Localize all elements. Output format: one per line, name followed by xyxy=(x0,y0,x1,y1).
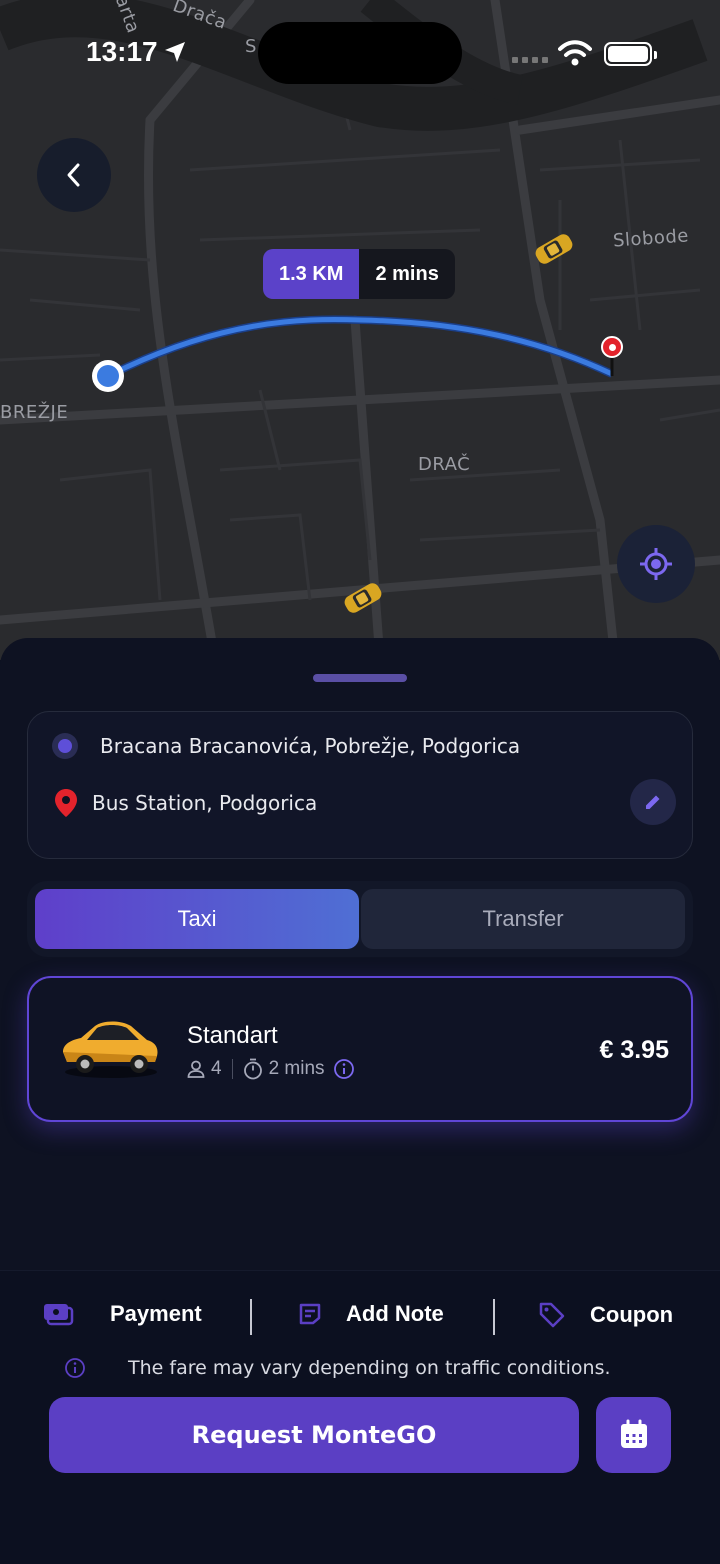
add-note-label: Add Note xyxy=(346,1301,444,1326)
ride-meta: 4 2 mins xyxy=(187,1058,355,1080)
route-info-badge: 1.3 KM 2 mins xyxy=(263,249,455,299)
sheet-drag-handle[interactable] xyxy=(313,674,407,682)
taxi-car-icon xyxy=(63,1021,158,1078)
request-ride-button[interactable]: Request MonteGO xyxy=(49,1397,579,1473)
tab-transfer[interactable]: Transfer xyxy=(361,889,685,949)
payment-option[interactable]: Payment xyxy=(42,1301,202,1327)
status-bar: 13:17 xyxy=(0,0,720,110)
address-card: Bracana Bracanovića, Pobrežje, Podgorica… xyxy=(27,711,693,859)
info-icon xyxy=(65,1358,85,1378)
divider xyxy=(250,1299,252,1335)
pickup-row[interactable]: Bracana Bracanovića, Pobrežje, Podgorica xyxy=(52,733,520,759)
ride-option-standart[interactable]: Standart 4 2 mins € 3.95 xyxy=(27,976,693,1122)
calendar-icon xyxy=(620,1419,647,1448)
timer-icon xyxy=(243,1058,262,1080)
location-arrow-icon xyxy=(165,42,185,62)
ride-price: € 3.95 xyxy=(599,1036,669,1064)
tab-taxi[interactable]: Taxi xyxy=(35,889,359,949)
pickup-address: Bracana Bracanovića, Pobrežje, Podgorica xyxy=(100,734,521,758)
pickup-marker xyxy=(92,360,124,392)
fare-note: The fare may vary depending on traffic c… xyxy=(64,1357,611,1379)
destination-pin-icon xyxy=(601,336,623,358)
ride-footer: Payment Add Note Coupon The fare may var… xyxy=(0,1270,720,1564)
ride-bottom-sheet: Bracana Bracanovića, Pobrežje, Podgorica… xyxy=(0,638,720,1564)
back-button[interactable] xyxy=(37,138,111,212)
locate-icon xyxy=(640,548,672,580)
destination-pin-icon xyxy=(55,789,77,817)
route-distance: 1.3 KM xyxy=(263,249,360,299)
my-location-button[interactable] xyxy=(617,525,695,603)
back-chevron-icon xyxy=(67,163,80,187)
route-duration: 2 mins xyxy=(359,249,455,299)
destination-row[interactable]: Bus Station, Podgorica xyxy=(54,788,317,818)
ride-name: Standart xyxy=(187,1022,278,1049)
payment-icon xyxy=(44,1304,74,1326)
coupon-label: Coupon xyxy=(590,1302,674,1327)
coupon-option[interactable]: Coupon xyxy=(538,1301,673,1329)
wifi-icon xyxy=(558,40,592,66)
payment-label: Payment xyxy=(110,1301,202,1326)
dynamic-island xyxy=(258,22,462,84)
destination-address: Bus Station, Podgorica xyxy=(92,791,318,815)
add-note-option[interactable]: Add Note xyxy=(298,1301,444,1327)
edit-icon xyxy=(646,795,660,809)
map-label-drac: DRAČ xyxy=(418,454,471,475)
fare-note-text: The fare may vary depending on traffic c… xyxy=(128,1357,611,1379)
note-icon xyxy=(299,1303,321,1325)
service-tabs: Taxi Transfer xyxy=(27,881,693,957)
person-icon xyxy=(187,1060,205,1078)
coupon-tag-icon xyxy=(539,1302,565,1328)
ride-eta: 2 mins xyxy=(268,1058,325,1079)
info-icon[interactable] xyxy=(333,1058,355,1080)
divider xyxy=(493,1299,495,1335)
map-label-brezje: BREŽJE xyxy=(0,402,69,423)
signal-icon xyxy=(512,57,548,63)
battery-icon xyxy=(604,42,657,66)
schedule-ride-button[interactable] xyxy=(596,1397,671,1473)
pickup-dot-icon xyxy=(52,733,78,759)
edit-route-button[interactable] xyxy=(630,779,676,825)
status-time: 13:17 xyxy=(86,36,158,67)
ride-seats: 4 xyxy=(211,1058,222,1079)
